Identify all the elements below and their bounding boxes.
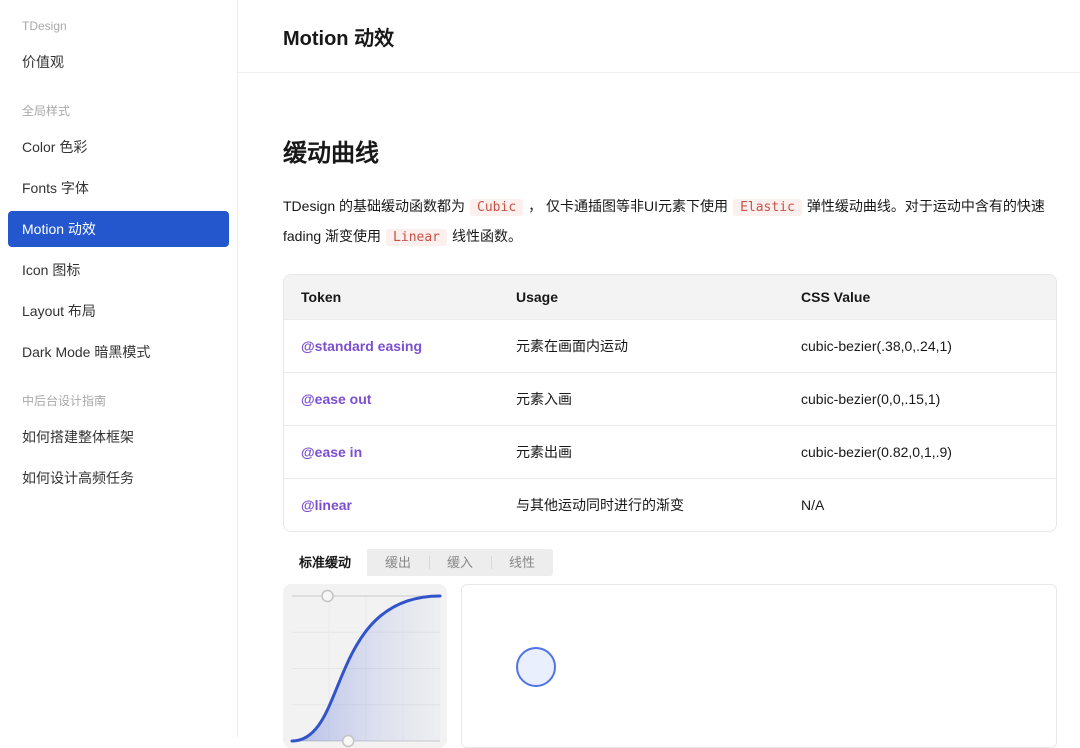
intro-text: TDesign 的基础缓动函数都为 (283, 198, 465, 214)
sidebar-item-design-tasks[interactable]: 如何设计高频任务 (8, 460, 229, 496)
sidebar-nav: TDesign 价值观全局样式 Color 色彩 Fonts 字体 Motion 动效 I… (8, 16, 229, 496)
tab-standard[interactable]: 标准缓动 (283, 549, 367, 576)
usage-cell: 与其他运动同时进行的渐变 (499, 479, 784, 532)
table-column-header: CSS Value (784, 275, 1056, 320)
sidebar-item-layout[interactable]: Layout 布局 (8, 293, 229, 329)
sidebar: TDesign 价值观全局样式 Color 色彩 Fonts 字体 Motion 动效 I… (0, 0, 238, 737)
sidebar-item-fonts[interactable]: Fonts 字体 (8, 170, 229, 206)
table-header-row: TokenUsageCSS Value (284, 275, 1056, 320)
inline-code: Linear (386, 229, 447, 246)
sidebar-item-color[interactable]: Color 色彩 (8, 129, 229, 165)
bezier-curve-panel (283, 584, 447, 748)
usage-cell: 元素入画 (499, 373, 784, 426)
easing-table: TokenUsageCSS Value @standard easing 元素在画… (283, 274, 1057, 532)
intro-text: ， 仅卡通插图等非UI元素下使用 (528, 198, 728, 214)
sidebar-item-values[interactable]: 价值观 (8, 44, 229, 80)
tab-ease-in[interactable]: 缓入 (429, 549, 491, 576)
sidebar-group-label: 中后台设计指南 (8, 391, 229, 411)
table-row: @linear 与其他运动同时进行的渐变N/A (284, 479, 1056, 532)
inline-code: Cubic (470, 199, 523, 216)
sidebar-item-build-framework[interactable]: 如何搭建整体框架 (8, 419, 229, 455)
table-column-header: Usage (499, 275, 784, 320)
animation-ball (516, 647, 556, 687)
control-point-handle-p1[interactable] (343, 736, 354, 747)
main-area: Motion 动效 缓动曲线 TDesign 的基础缓动函数都为 Cubic ， 仅… (238, 0, 1080, 737)
section-title: 缓动曲线 (283, 133, 1057, 168)
sidebar-item-icon[interactable]: Icon 图标 (8, 252, 229, 288)
tab-linear[interactable]: 线性 (491, 549, 553, 576)
inline-code: Elastic (733, 199, 802, 216)
demo-row (283, 584, 1057, 748)
app: TDesign 价值观全局样式 Color 色彩 Fonts 字体 Motion 动效 I… (0, 0, 1080, 737)
css-value-cell: cubic-bezier(0,0,.15,1) (784, 373, 1056, 426)
sidebar-group-label: 全局样式 (8, 101, 229, 121)
page-header: Motion 动效 (238, 0, 1080, 73)
intro-text: 线性函数。 (452, 228, 522, 244)
easing-tabs: 标准缓动缓出缓入线性 (283, 549, 553, 576)
table-row: @standard easing 元素在画面内运动cubic-bezier(.38… (284, 320, 1056, 373)
token-name: @standard easing (301, 338, 422, 354)
sidebar-group-label: TDesign (8, 16, 229, 36)
css-value-cell: cubic-bezier(0.82,0,1,.9) (784, 426, 1056, 479)
table-row: @ease in 元素出画cubic-bezier(0.82,0,1,.9) (284, 426, 1056, 479)
sidebar-item-motion[interactable]: Motion 动效 (8, 211, 229, 247)
intro-paragraph: TDesign 的基础缓动函数都为 Cubic ， 仅卡通插图等非UI元素下使用 El… (283, 192, 1057, 252)
animation-demo-panel (461, 584, 1057, 748)
page-title: Motion 动效 (283, 22, 394, 51)
bezier-curve-chart (283, 584, 447, 748)
control-point-handle-p2[interactable] (322, 591, 333, 602)
css-value-cell: N/A (784, 479, 1056, 532)
table-row: @ease out 元素入画cubic-bezier(0,0,.15,1) (284, 373, 1056, 426)
sidebar-item-dark-mode[interactable]: Dark Mode 暗黑模式 (8, 334, 229, 370)
usage-cell: 元素在画面内运动 (499, 320, 784, 373)
token-name: @ease out (301, 391, 371, 407)
token-name: @linear (301, 497, 352, 513)
table-column-header: Token (284, 275, 499, 320)
css-value-cell: cubic-bezier(.38,0,.24,1) (784, 320, 1056, 373)
content: 缓动曲线 TDesign 的基础缓动函数都为 Cubic ， 仅卡通插图等非UI元素… (238, 133, 1080, 748)
token-name: @ease in (301, 444, 362, 460)
usage-cell: 元素出画 (499, 426, 784, 479)
tab-ease-out[interactable]: 缓出 (367, 549, 429, 576)
